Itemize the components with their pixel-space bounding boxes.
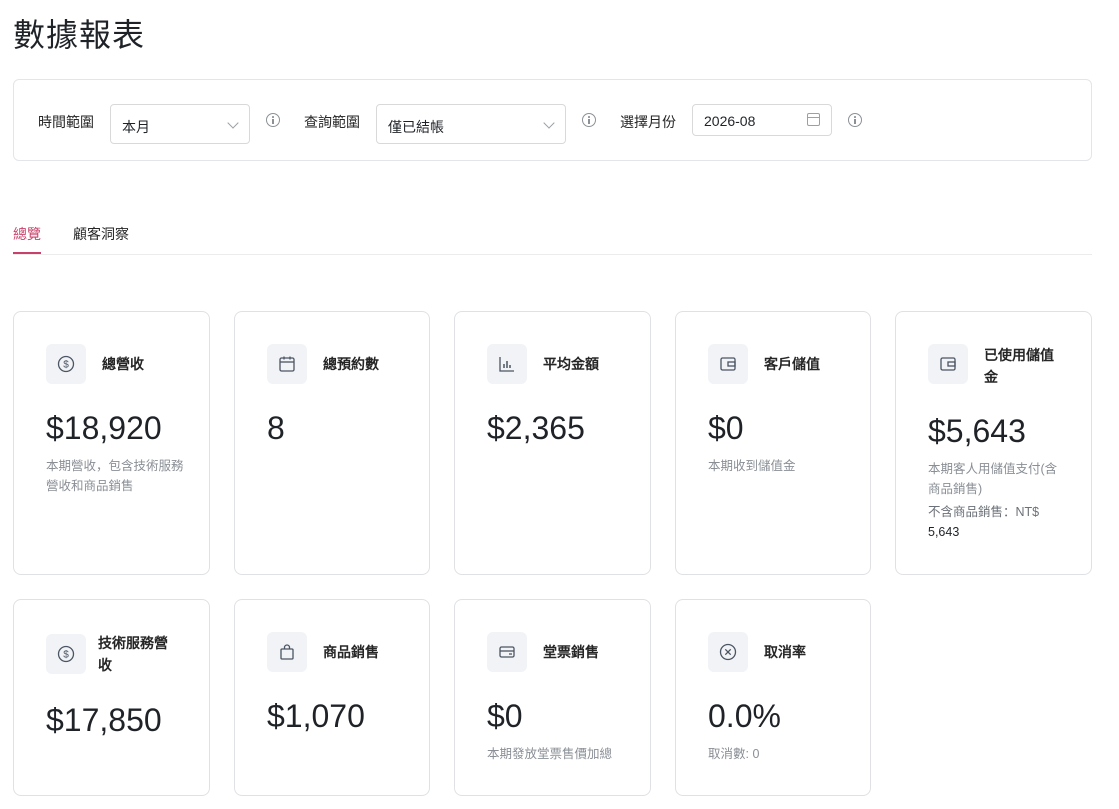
card-value: $5,643 xyxy=(928,413,1026,449)
card-value: $2,365 xyxy=(487,410,585,446)
tab-customer-insights[interactable]: 顧客洞察 xyxy=(73,224,129,244)
time-range-value: 本月 xyxy=(122,119,150,135)
card-total-bookings: 總預約數 8 xyxy=(234,311,430,575)
svg-text:$: $ xyxy=(63,650,69,661)
card-desc: 取消數: 0 xyxy=(708,747,760,761)
time-range-select[interactable]: 本月 xyxy=(110,104,250,144)
shopping-bag-icon xyxy=(267,632,307,672)
tab-active-underline xyxy=(13,252,41,254)
card-value: 0.0% xyxy=(708,698,781,734)
query-range-select[interactable]: 僅已結帳 xyxy=(376,104,566,144)
card-title: 平均金額 xyxy=(543,356,599,372)
calendar-icon xyxy=(807,113,820,126)
card-used-deposit: 已使用儲值金 $5,643 本期客人用儲值支付(含商品銷售) 不含商品銷售：NT… xyxy=(895,311,1092,575)
dollar-circle-icon: $ xyxy=(46,344,86,384)
bar-chart-icon xyxy=(487,344,527,384)
card-service-revenue: $ 技術服務營收 $17,850 xyxy=(13,599,210,796)
calendar-icon xyxy=(267,344,307,384)
card-ticket-sales: 堂票銷售 $0 本期發放堂票售價加總 xyxy=(454,599,651,796)
card-title: 技術服務營收 xyxy=(98,635,168,673)
card-value: $18,920 xyxy=(46,410,162,446)
month-label: 選擇月份 xyxy=(620,114,676,130)
month-value: 2026-08 xyxy=(704,113,756,129)
chevron-down-icon xyxy=(543,117,555,129)
card-title: 已使用儲值金 xyxy=(984,347,1054,385)
card-value: $0 xyxy=(487,698,523,734)
close-circle-icon xyxy=(708,632,748,672)
wallet-icon xyxy=(928,344,968,384)
info-icon[interactable] xyxy=(848,113,862,127)
card-total-revenue: $ 總營收 $18,920 本期營收，包含技術服務營收和商品銷售 xyxy=(13,311,210,575)
query-range-value: 僅已結帳 xyxy=(388,119,444,135)
time-range-label: 時間範圍 xyxy=(38,114,94,130)
month-picker[interactable]: 2026-08 xyxy=(692,104,832,136)
card-customer-deposit: 客戶儲值 $0 本期收到儲值金 xyxy=(675,311,871,575)
card-title: 取消率 xyxy=(764,644,806,660)
card-cancel-rate: 取消率 0.0% 取消數: 0 xyxy=(675,599,871,796)
wallet-icon xyxy=(708,344,748,384)
card-sub-label: 不含商品銷售：NT$ xyxy=(928,505,1040,519)
svg-text:$: $ xyxy=(63,360,69,371)
card-value: $1,070 xyxy=(267,698,365,734)
info-icon[interactable] xyxy=(582,113,596,127)
card-title: 總營收 xyxy=(102,356,144,372)
card-desc: 本期營收，包含技術服務營收和商品銷售 xyxy=(46,459,184,493)
query-range-label: 查詢範圍 xyxy=(304,114,360,130)
card-title: 堂票銷售 xyxy=(543,644,599,660)
card-average-amount: 平均金額 $2,365 xyxy=(454,311,651,575)
tab-overview[interactable]: 總覽 xyxy=(13,224,41,244)
card-sub-value: 5,643 xyxy=(928,525,960,539)
card-value: $17,850 xyxy=(46,702,162,738)
filter-panel: 時間範圍 本月 查詢範圍 僅已結帳 選擇月份 2026-08 xyxy=(13,79,1092,161)
card-value: 8 xyxy=(267,410,285,446)
card-desc: 本期發放堂票售價加總 xyxy=(487,747,613,761)
card-title: 客戶儲值 xyxy=(764,356,820,372)
card-desc: 本期收到儲值金 xyxy=(708,459,796,473)
card-value: $0 xyxy=(708,410,744,446)
chevron-down-icon xyxy=(227,117,239,129)
tab-bar: 總覽 顧客洞察 xyxy=(13,218,1092,255)
page-title: 數據報表 xyxy=(13,17,146,53)
card-title: 商品銷售 xyxy=(323,644,379,660)
card-title: 總預約數 xyxy=(323,356,379,372)
credit-card-icon xyxy=(487,632,527,672)
card-desc: 本期客人用儲值支付(含商品銷售) xyxy=(928,462,1058,496)
card-product-sales: 商品銷售 $1,070 xyxy=(234,599,430,796)
info-icon[interactable] xyxy=(266,113,280,127)
dollar-circle-icon: $ xyxy=(46,634,86,674)
